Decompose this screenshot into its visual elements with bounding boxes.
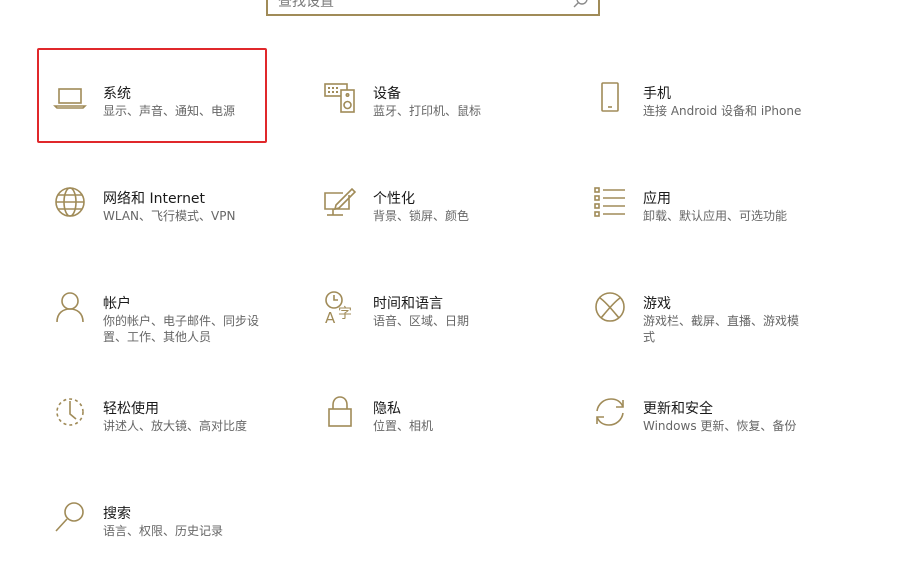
tile-title: 更新和安全 xyxy=(643,401,713,417)
tile-privacy[interactable]: 隐私 位置、相机 xyxy=(307,363,537,458)
tile-title: 搜索 xyxy=(103,506,131,522)
tile-title: 游戏 xyxy=(643,296,671,312)
laptop-icon xyxy=(53,80,87,114)
search-icon xyxy=(53,500,87,534)
svg-text:字: 字 xyxy=(338,306,352,322)
lock-icon xyxy=(323,395,357,429)
keyboard-speaker-icon xyxy=(323,80,357,114)
tile-title: 轻松使用 xyxy=(103,401,159,417)
globe-icon xyxy=(53,185,87,219)
tile-title: 系统 xyxy=(103,86,131,102)
tile-title: 隐私 xyxy=(373,401,401,417)
update-icon xyxy=(593,395,627,429)
tile-phone[interactable]: 手机 连接 Android 设备和 iPhone xyxy=(577,48,807,143)
apps-list-icon xyxy=(593,185,627,219)
tile-title: 网络和 Internet xyxy=(103,191,206,207)
tile-time-language[interactable]: A字 时间和语言 语音、区域、日期 xyxy=(307,258,537,353)
tile-system[interactable]: 系统 显示、声音、通知、电源 xyxy=(37,48,267,143)
search-icon xyxy=(572,0,590,10)
tile-personalization[interactable]: 个性化 背景、锁屏、颜色 xyxy=(307,153,537,248)
tile-description: 显示、声音、通知、电源 xyxy=(103,104,236,118)
tile-title: 手机 xyxy=(643,86,671,102)
tile-description: 讲述人、放大镜、高对比度 xyxy=(103,419,248,433)
svg-text:A: A xyxy=(325,309,336,324)
phone-icon xyxy=(593,80,627,114)
tile-description: Windows 更新、恢复、备份 xyxy=(643,419,797,433)
tile-description: 背景、锁屏、颜色 xyxy=(373,209,470,223)
tile-description: 卸载、默认应用、可选功能 xyxy=(643,209,788,223)
tile-title: 帐户 xyxy=(103,296,131,312)
tile-title: 时间和语言 xyxy=(373,296,443,312)
tile-gaming[interactable]: 游戏 游戏栏、截屏、直播、游戏模式 xyxy=(577,258,807,353)
paint-icon xyxy=(323,185,357,219)
tile-title: 个性化 xyxy=(373,191,415,207)
tile-description: 语言、权限、历史记录 xyxy=(103,524,224,538)
tile-title: 设备 xyxy=(373,86,401,102)
tile-description: 语音、区域、日期 xyxy=(373,314,470,328)
tile-description: 连接 Android 设备和 iPhone xyxy=(643,104,802,118)
tile-description: 游戏栏、截屏、直播、游戏模式 xyxy=(643,314,800,344)
tile-devices[interactable]: 设备 蓝牙、打印机、鼠标 xyxy=(307,48,537,143)
tile-description: 位置、相机 xyxy=(373,419,434,433)
tile-title: 应用 xyxy=(643,191,671,207)
settings-search-box[interactable]: 查找设置 xyxy=(266,0,600,16)
search-placeholder: 查找设置 xyxy=(278,0,334,10)
tile-network[interactable]: 网络和 Internet WLAN、飞行模式、VPN xyxy=(37,153,267,248)
tile-accounts[interactable]: 帐户 你的帐户、电子邮件、同步设置、工作、其他人员 xyxy=(37,258,267,353)
tile-description: WLAN、飞行模式、VPN xyxy=(103,209,236,223)
tile-description: 你的帐户、电子邮件、同步设置、工作、其他人员 xyxy=(103,314,260,344)
person-icon xyxy=(53,290,87,324)
time-language-icon: A字 xyxy=(323,290,357,324)
tile-update-security[interactable]: 更新和安全 Windows 更新、恢复、备份 xyxy=(577,363,807,458)
ease-of-access-icon xyxy=(53,395,87,429)
tile-search[interactable]: 搜索 语言、权限、历史记录 xyxy=(37,468,267,563)
xbox-icon xyxy=(593,290,627,324)
tile-apps[interactable]: 应用 卸载、默认应用、可选功能 xyxy=(577,153,807,248)
tile-ease-of-access[interactable]: 轻松使用 讲述人、放大镜、高对比度 xyxy=(37,363,267,458)
tile-description: 蓝牙、打印机、鼠标 xyxy=(373,104,482,118)
